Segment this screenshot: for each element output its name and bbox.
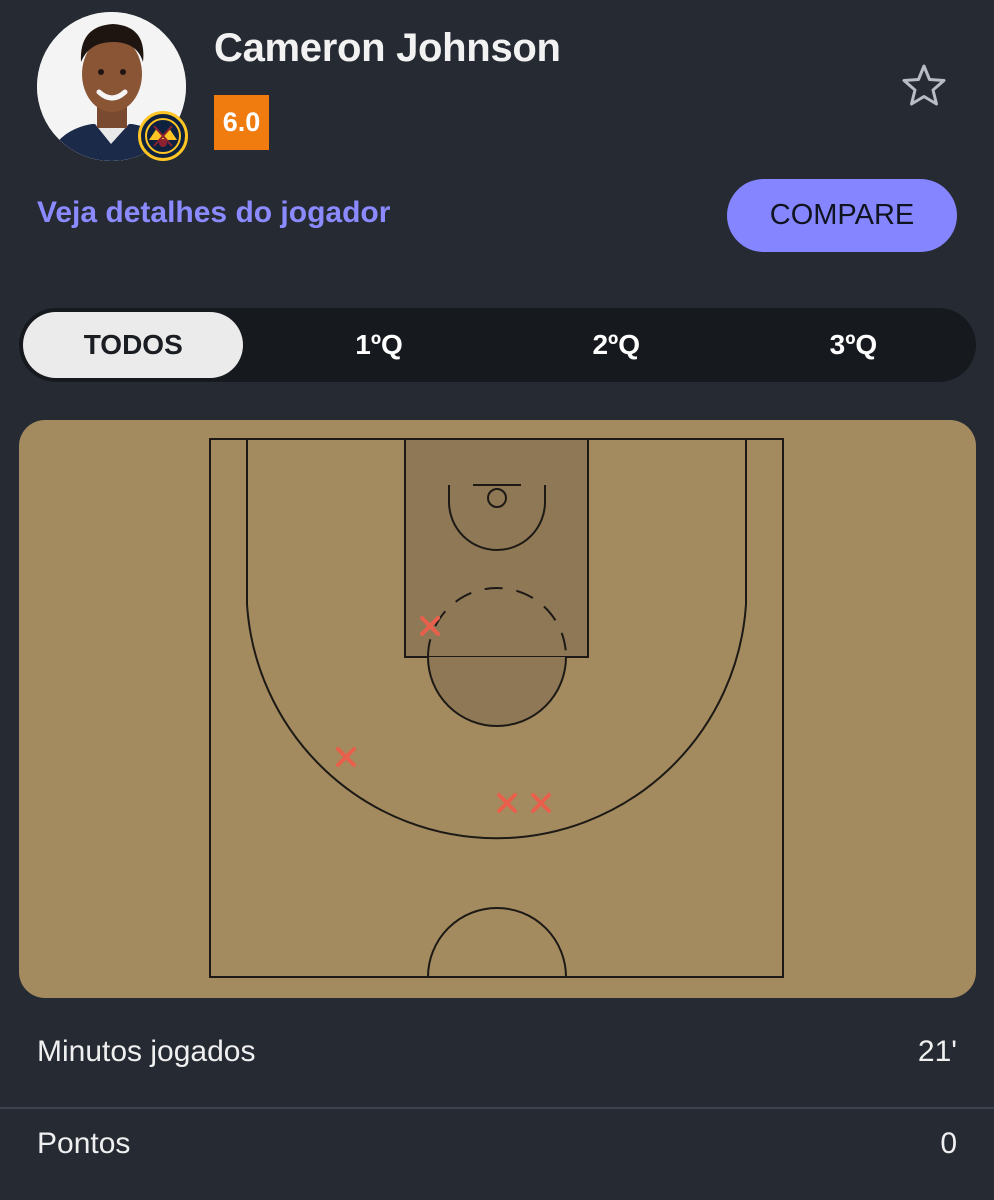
stat-label: Pontos xyxy=(37,1127,131,1160)
missed-shot-marker xyxy=(497,793,517,813)
stat-value: 0 xyxy=(940,1127,957,1160)
player-shot-chart-screen: Cameron Johnson 6.0 Veja detalhes do jog… xyxy=(0,0,994,1200)
player-details-link[interactable]: Veja detalhes do jogador xyxy=(37,196,390,230)
player-name: Cameron Johnson xyxy=(214,26,561,70)
player-rating-badge: 6.0 xyxy=(214,95,269,150)
tab-q2[interactable]: 2ºQ xyxy=(498,312,735,378)
compare-button[interactable]: COMPARE xyxy=(727,179,957,252)
missed-shot-marker xyxy=(336,747,356,767)
stat-value: 21' xyxy=(917,1035,957,1068)
favorite-star-icon[interactable] xyxy=(900,62,948,110)
stat-row-points: Pontos 0 xyxy=(0,1127,994,1161)
team-logo-icon xyxy=(138,111,188,161)
quarter-tabs: TODOS 1ºQ 2ºQ 3ºQ xyxy=(19,308,976,382)
half-court-diagram xyxy=(209,438,784,978)
tab-q3[interactable]: 3ºQ xyxy=(735,312,972,378)
tab-q1[interactable]: 1ºQ xyxy=(260,312,497,378)
shot-chart-court xyxy=(19,420,976,998)
stat-row-minutes: Minutos jogados 21' xyxy=(0,1035,994,1069)
stat-label: Minutos jogados xyxy=(37,1035,256,1068)
missed-shot-marker xyxy=(531,793,551,813)
divider xyxy=(0,1107,994,1109)
tab-todos[interactable]: TODOS xyxy=(23,312,244,378)
center-circle xyxy=(427,907,567,978)
free-throw-circle xyxy=(427,656,567,727)
